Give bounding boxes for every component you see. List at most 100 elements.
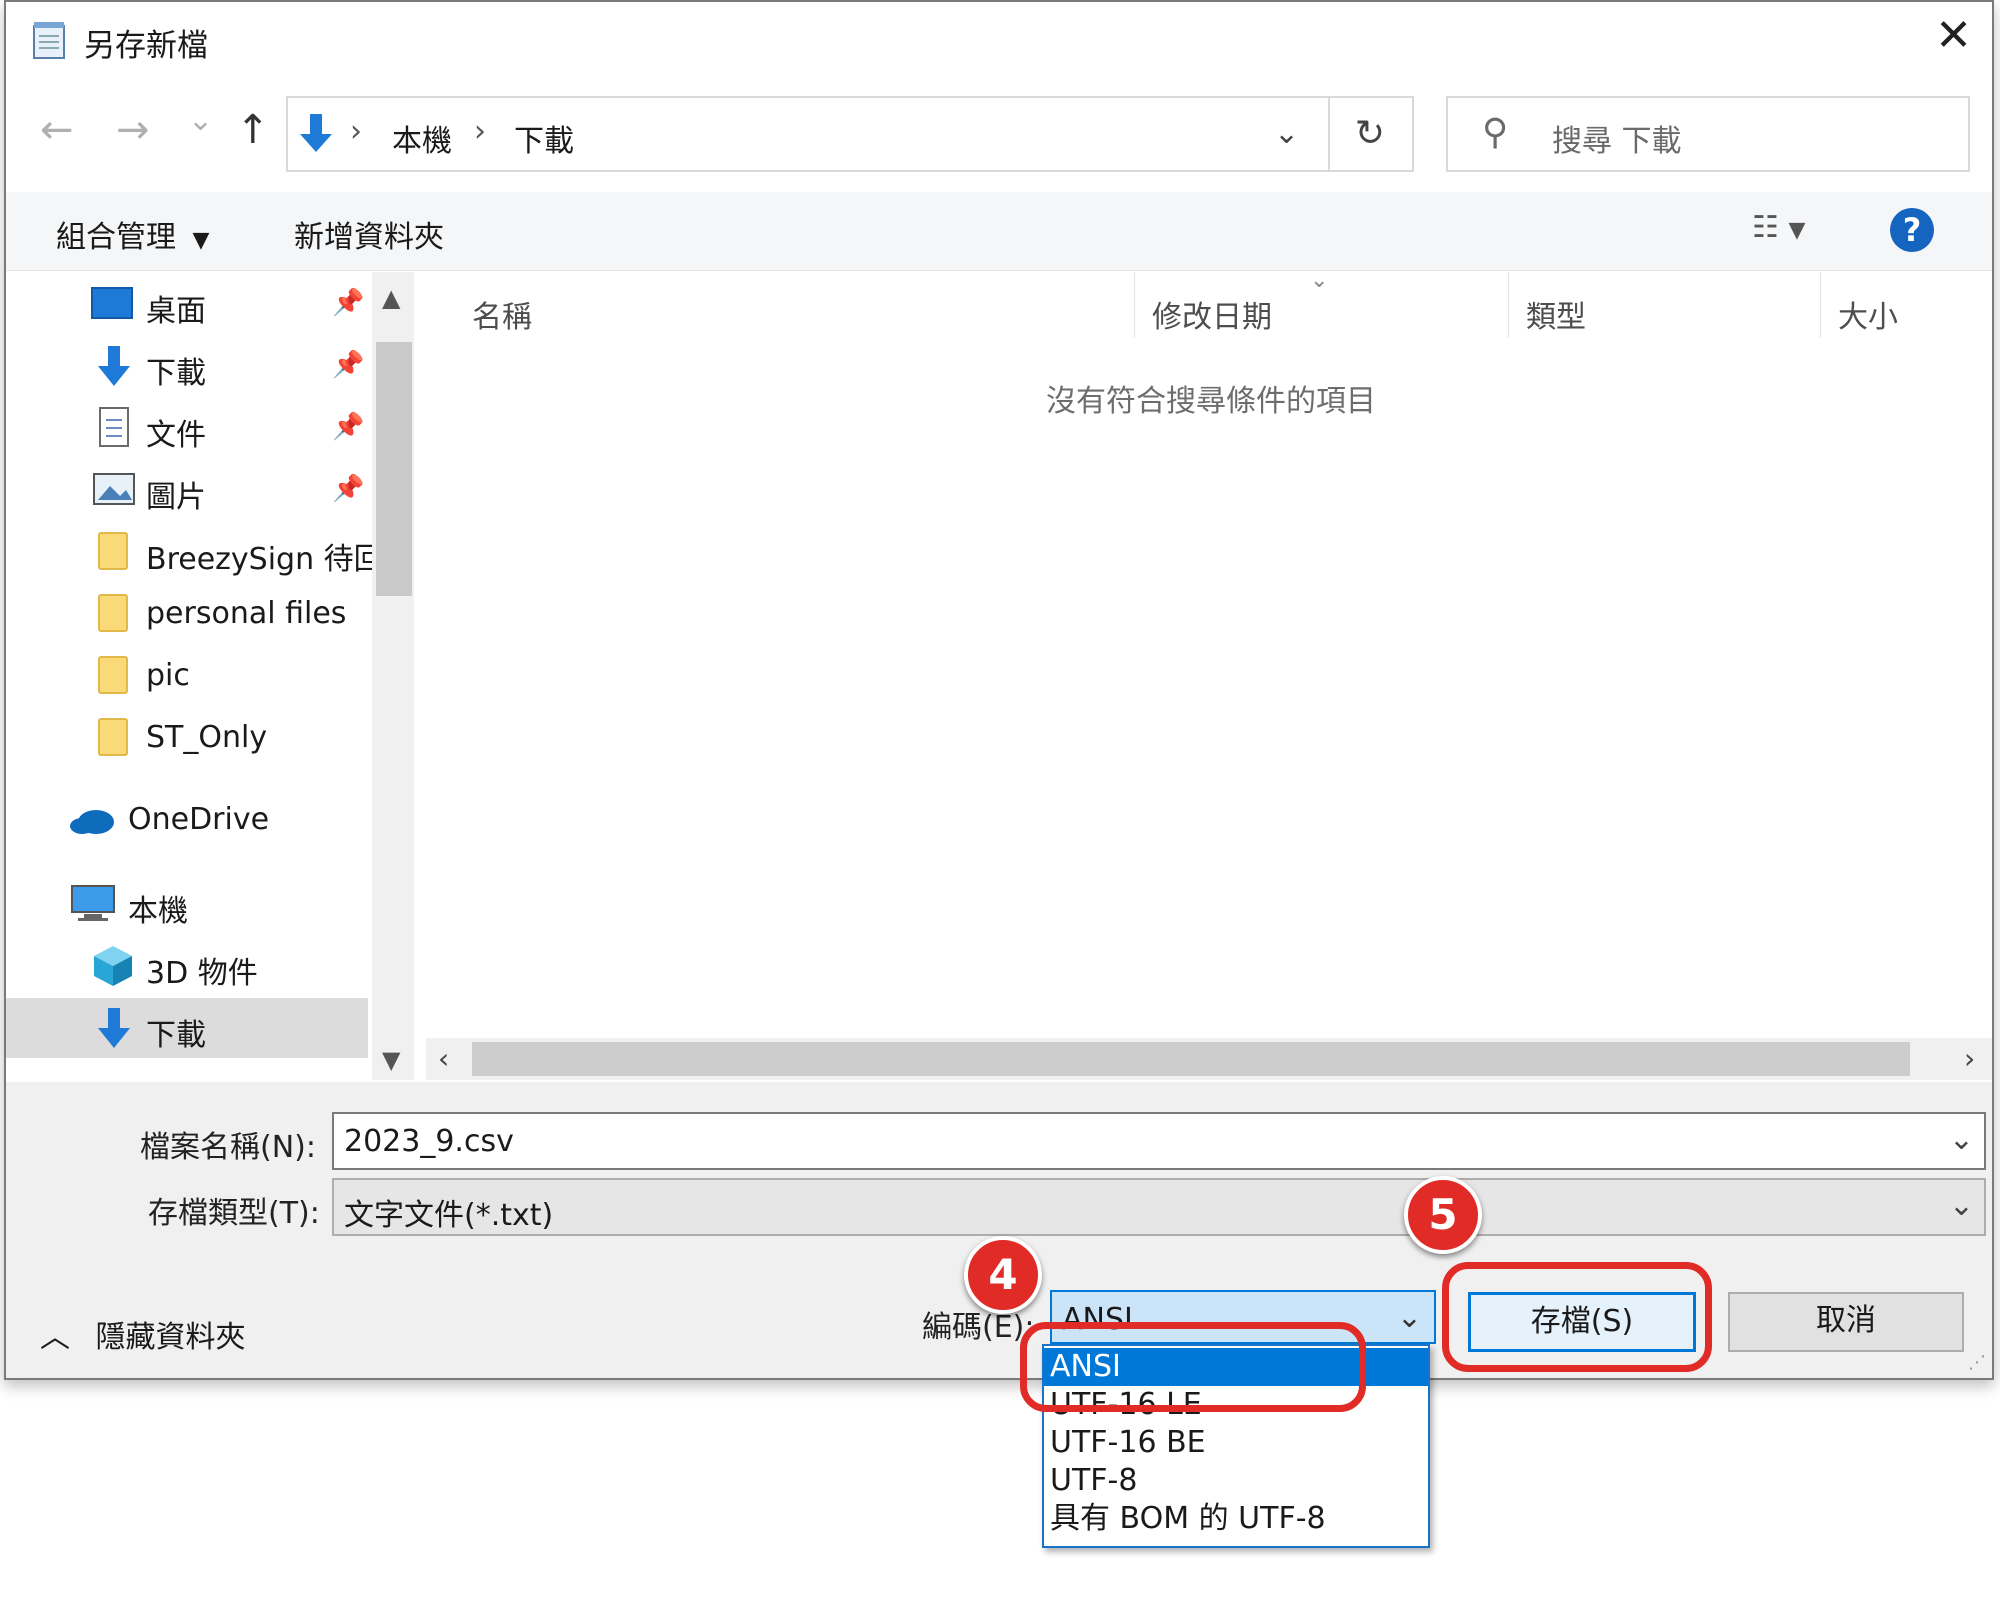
close-icon[interactable]: ✕: [1935, 14, 1972, 58]
empty-message: 沒有符合搜尋條件的項目: [1046, 384, 1376, 419]
address-dropdown-icon[interactable]: ⌄: [1274, 116, 1299, 151]
address-bar[interactable]: › 本機 › 下載 ⌄: [286, 96, 1330, 172]
sidebar-item-desktop[interactable]: 桌面 📌: [6, 274, 372, 334]
back-button[interactable]: ←: [40, 110, 74, 150]
onedrive-icon: [70, 810, 114, 834]
resize-grip-icon[interactable]: ⋰: [1968, 1352, 1986, 1373]
chevron-down-icon[interactable]: ⌄: [1949, 1188, 1974, 1223]
sidebar-item-label: 圖片: [146, 480, 206, 515]
sidebar-item-downloads[interactable]: 下載: [6, 998, 368, 1058]
sidebar-item-downloads[interactable]: 下載 📌: [6, 336, 372, 396]
column-separator: [1820, 272, 1821, 338]
sidebar-item-folder[interactable]: BreezySign 待回: [6, 522, 372, 582]
forward-button[interactable]: →: [116, 110, 150, 150]
new-folder-button[interactable]: 新增資料夾: [294, 212, 444, 256]
encoding-option-utf8-bom[interactable]: 具有 BOM 的 UTF-8: [1044, 1500, 1428, 1538]
sidebar-item-label: pic: [146, 658, 190, 693]
folder-icon: [98, 594, 128, 632]
file-list: 名稱 修改日期 ⌄ 類型 大小 沒有符合搜尋條件的項目: [426, 268, 1992, 1080]
sidebar-item-3d-objects[interactable]: 3D 物件: [6, 936, 372, 996]
sidebar-item-onedrive[interactable]: OneDrive: [6, 790, 372, 850]
column-separator: [1508, 272, 1509, 338]
pin-icon[interactable]: 📌: [332, 412, 364, 442]
pin-icon[interactable]: 📌: [332, 474, 364, 504]
scroll-down-icon[interactable]: ▼: [382, 1046, 400, 1074]
navigation-pane: 桌面 📌 下載 📌 文件 📌 圖片 📌 BreezySign 待回 person…: [6, 272, 372, 1080]
filename-label: 檔案名稱(N):: [140, 1130, 316, 1165]
scroll-up-icon[interactable]: ▲: [382, 284, 400, 312]
encoding-option-utf8[interactable]: UTF-8: [1044, 1462, 1428, 1500]
3d-objects-icon: [94, 946, 132, 986]
scroll-right-icon[interactable]: ›: [1964, 1042, 1975, 1075]
breadcrumb-separator: ›: [474, 114, 486, 149]
computer-icon: [71, 885, 115, 921]
search-input[interactable]: ⚲ 搜尋 下載: [1446, 96, 1970, 172]
scroll-left-icon[interactable]: ‹: [438, 1042, 449, 1075]
hide-folders-toggle[interactable]: ︿ 隱藏資料夾: [40, 1312, 246, 1356]
chevron-down-icon[interactable]: ⌄: [1949, 1122, 1974, 1157]
pictures-icon: [93, 473, 135, 505]
column-header-date-modified[interactable]: 修改日期: [1152, 292, 1272, 336]
sidebar-item-folder[interactable]: ST_Only: [6, 708, 372, 768]
download-icon: [300, 114, 332, 152]
encoding-option-utf16be[interactable]: UTF-16 BE: [1044, 1424, 1428, 1462]
chevron-down-icon: ▼: [185, 228, 210, 253]
organize-label: 組合管理: [56, 220, 176, 255]
chevron-up-icon: ︿: [40, 1320, 70, 1355]
highlight-ansi-option: [1020, 1322, 1366, 1412]
filename-input[interactable]: 2023_9.csv ⌄: [332, 1112, 1986, 1170]
chevron-down-icon[interactable]: ⌄: [1397, 1300, 1422, 1335]
folder-icon: [98, 656, 128, 694]
sidebar-item-label: 文件: [146, 418, 206, 453]
sidebar-item-label: 3D 物件: [146, 956, 258, 991]
search-placeholder: 搜尋 下載: [1552, 124, 1682, 159]
pin-icon[interactable]: 📌: [332, 288, 364, 318]
recent-locations-button[interactable]: ⌄: [188, 106, 213, 136]
hide-folders-label: 隱藏資料夾: [95, 1320, 246, 1355]
sidebar-item-this-pc[interactable]: 本機: [6, 874, 372, 934]
notepad-icon: [33, 22, 65, 59]
sidebar-item-label: OneDrive: [128, 802, 270, 837]
highlight-save-button: [1442, 1262, 1712, 1372]
sidebar-item-pictures[interactable]: 圖片 📌: [6, 460, 372, 520]
pin-icon[interactable]: 📌: [332, 350, 364, 380]
help-icon[interactable]: ?: [1890, 208, 1934, 252]
horizontal-scrollbar-thumb[interactable]: [472, 1042, 1910, 1076]
dialog-title: 另存新檔: [84, 28, 208, 64]
up-button[interactable]: ↑: [236, 110, 270, 150]
sidebar-item-label: 下載: [146, 1018, 206, 1053]
filename-value: 2023_9.csv: [344, 1124, 514, 1159]
sidebar-item-folder[interactable]: pic: [6, 646, 372, 706]
column-header-name[interactable]: 名稱: [472, 292, 532, 336]
search-icon: ⚲: [1482, 112, 1509, 153]
column-header-size[interactable]: 大小: [1838, 292, 1898, 336]
column-separator: [1134, 272, 1135, 338]
cancel-button[interactable]: 取消: [1728, 1292, 1964, 1352]
sidebar-item-label: BreezySign 待回: [146, 542, 372, 577]
sidebar-item-label: ST_Only: [146, 720, 268, 755]
filetype-label: 存檔類型(T):: [148, 1196, 320, 1231]
desktop-icon: [91, 287, 133, 319]
breadcrumb-separator: ›: [350, 114, 362, 149]
save-as-dialog: 另存新檔 ✕ ← → ⌄ ↑ › 本機 › 下載 ⌄ ↻ ⚲ 搜尋 下載 組合管…: [4, 0, 1994, 1380]
sidebar-item-label: 本機: [128, 894, 188, 929]
organize-button[interactable]: 組合管理 ▼: [56, 212, 209, 256]
sidebar-scrollbar-thumb[interactable]: [376, 342, 412, 596]
folder-icon: [98, 718, 128, 756]
refresh-button[interactable]: ↻: [1328, 96, 1414, 172]
sidebar-item-folder[interactable]: personal files: [6, 584, 372, 644]
sort-indicator-icon: ⌄: [1310, 268, 1329, 293]
breadcrumb-this-pc[interactable]: 本機: [392, 116, 452, 160]
view-options-icon[interactable]: ☷ ▼: [1752, 210, 1805, 245]
filetype-select[interactable]: 文字文件(*.txt) ⌄: [332, 1178, 1986, 1236]
folder-icon: [98, 532, 128, 570]
sidebar-item-label: 下載: [146, 356, 206, 391]
sidebar-item-label: personal files: [146, 596, 347, 631]
breadcrumb-downloads[interactable]: 下載: [514, 116, 574, 160]
filetype-value: 文字文件(*.txt): [344, 1198, 554, 1233]
column-header-type[interactable]: 類型: [1526, 292, 1586, 336]
download-icon: [98, 1008, 130, 1048]
step-5-badge: 5: [1404, 1176, 1482, 1254]
sidebar-item-label: 桌面: [146, 294, 206, 329]
sidebar-item-documents[interactable]: 文件 📌: [6, 398, 372, 458]
